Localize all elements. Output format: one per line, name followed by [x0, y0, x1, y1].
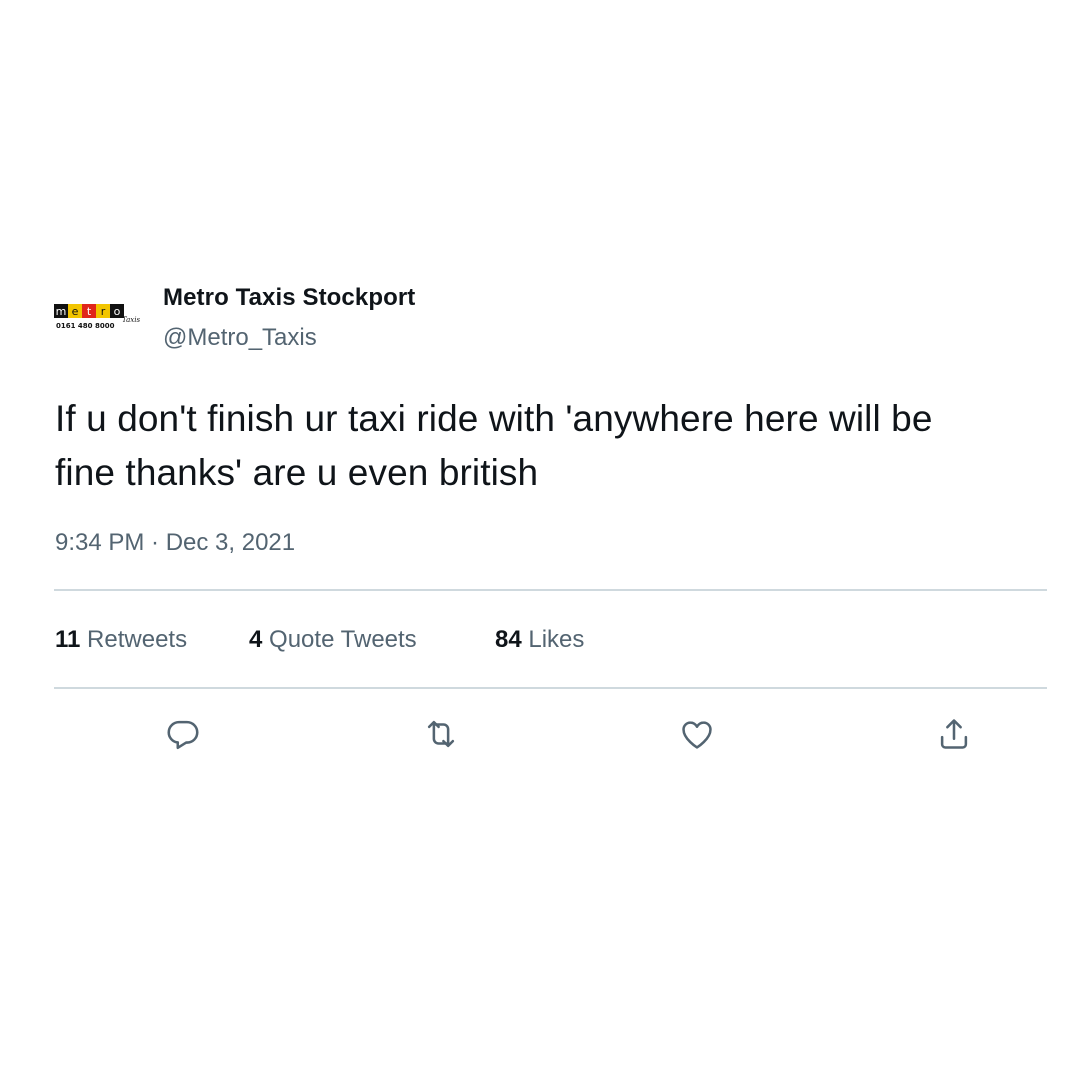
retweet-button[interactable] — [419, 712, 463, 756]
quote-tweets-count: 4 — [249, 626, 263, 653]
retweets-stat[interactable]: 11 Retweets — [55, 626, 187, 654]
share-button[interactable] — [932, 712, 976, 756]
reply-icon — [167, 720, 199, 750]
svg-text:e: e — [72, 305, 79, 318]
likes-label: Likes — [528, 626, 585, 653]
svg-text:t: t — [87, 305, 92, 318]
svg-text:0161 480 8000: 0161 480 8000 — [56, 322, 115, 330]
user-handle[interactable]: @Metro_Taxis — [163, 324, 317, 352]
svg-text:m: m — [56, 305, 67, 318]
tweet-text-line: If u don't finish ur taxi ride with 'any… — [55, 398, 933, 439]
svg-text:Taxis: Taxis — [122, 316, 140, 324]
display-name[interactable]: Metro Taxis Stockport — [163, 284, 415, 312]
timestamp[interactable]: 9:34 PM · Dec 3, 2021 — [55, 529, 295, 557]
svg-text:r: r — [101, 305, 106, 318]
likes-stat[interactable]: 84 Likes — [495, 626, 584, 654]
divider — [54, 589, 1047, 591]
retweets-label: Retweets — [87, 626, 188, 653]
tweet-text: If u don't finish ur taxi ride with 'any… — [55, 392, 1055, 500]
metro-taxis-logo: m e t r o 0161 480 8000 Taxis — [54, 304, 140, 330]
reply-button[interactable] — [161, 712, 205, 756]
quote-tweets-label: Quote Tweets — [269, 626, 417, 653]
retweet-icon — [427, 720, 455, 748]
tweet-text-line: fine thanks' are u even british — [55, 452, 539, 493]
quote-tweets-stat[interactable]: 4 Quote Tweets — [249, 626, 417, 654]
share-icon — [940, 719, 968, 749]
avatar[interactable]: m e t r o 0161 480 8000 Taxis — [54, 302, 144, 336]
like-button[interactable] — [675, 712, 719, 756]
divider — [54, 687, 1047, 689]
svg-text:o: o — [114, 305, 121, 318]
like-icon — [682, 721, 712, 749]
tweet: m e t r o 0161 480 8000 Taxis Metro Taxi… — [0, 0, 1080, 1080]
likes-count: 84 — [495, 626, 522, 653]
retweets-count: 11 — [55, 626, 81, 653]
